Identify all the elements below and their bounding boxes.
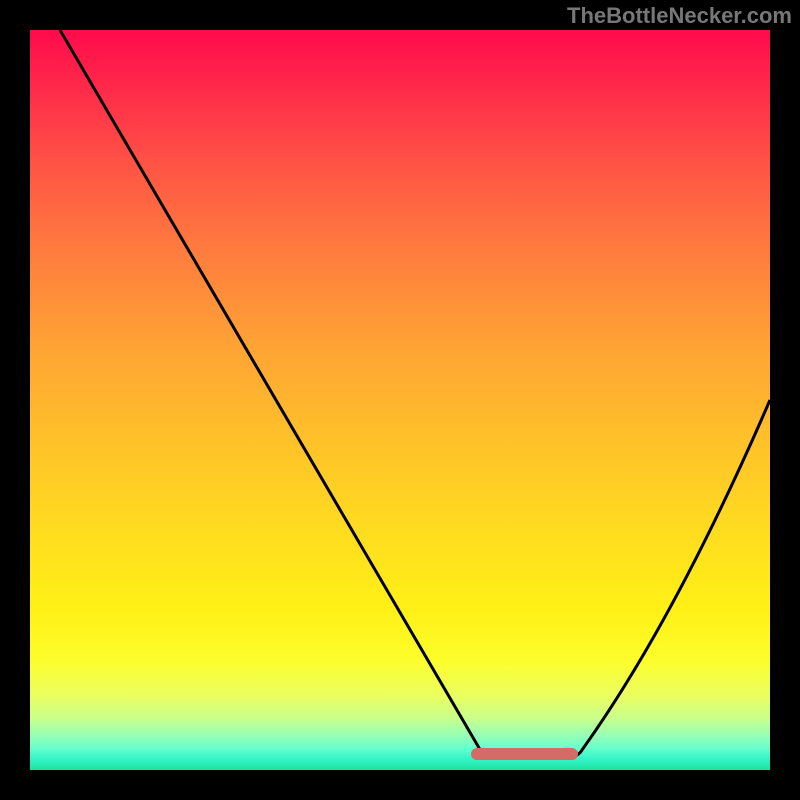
plot-area <box>30 30 770 770</box>
optimal-range-marker <box>471 748 578 760</box>
watermark-text: TheBottleNecker.com <box>567 3 792 29</box>
curve-path <box>60 30 770 757</box>
bottleneck-curve <box>30 30 770 770</box>
